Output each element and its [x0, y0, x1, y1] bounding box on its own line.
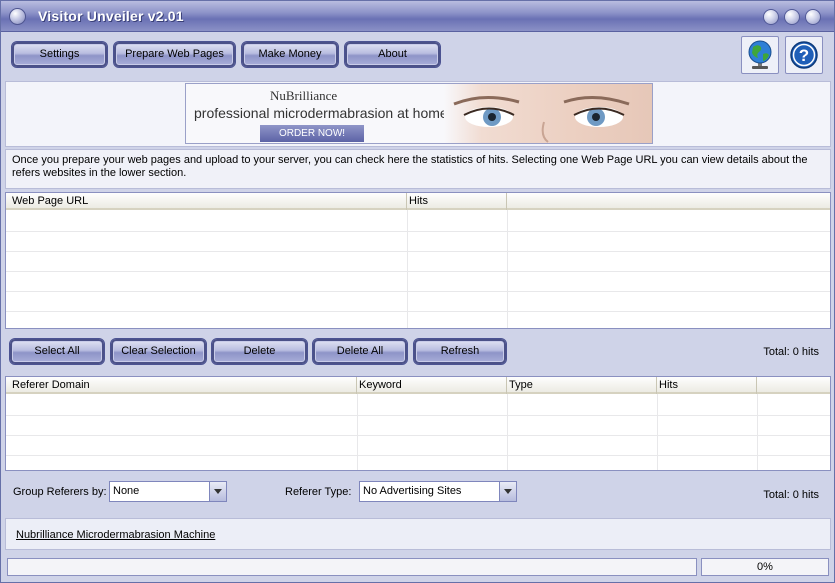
column-hits[interactable]: Hits: [407, 193, 507, 210]
type-dropdown-button[interactable]: [499, 481, 517, 502]
column-web-page-url[interactable]: Web Page URL: [6, 193, 407, 210]
banner-area: NuBrilliance professional microdermabras…: [5, 81, 831, 147]
referer-type-label: Referer Type:: [285, 486, 352, 498]
group-referers-select[interactable]: None: [109, 481, 227, 502]
delete-all-button[interactable]: Delete All: [312, 338, 408, 365]
globe-icon: [748, 40, 772, 69]
app-orb-icon[interactable]: [9, 8, 26, 25]
sponsor-link-bar: Nubrilliance Microdermabrasion Machine: [5, 518, 831, 550]
banner-face-image: [444, 84, 652, 143]
title-bar[interactable]: Visitor Unveiler v2.01: [1, 1, 834, 32]
table-row[interactable]: [6, 416, 830, 436]
sponsor-link[interactable]: Nubrilliance Microdermabrasion Machine: [16, 529, 215, 541]
order-now-button[interactable]: ORDER NOW!: [260, 125, 364, 142]
web-pages-table[interactable]: Web Page URL Hits: [5, 192, 831, 329]
banner-tagline: professional microdermabrasion at home!: [194, 105, 452, 121]
pages-total-hits: Total: 0 hits: [763, 346, 819, 358]
group-dropdown-button[interactable]: [209, 481, 227, 502]
settings-button[interactable]: Settings: [11, 41, 108, 68]
minimize-button[interactable]: [763, 9, 779, 25]
app-window: Visitor Unveiler v2.01 Settings Prepare …: [0, 0, 835, 583]
delete-button[interactable]: Delete: [211, 338, 308, 365]
question-icon: ?: [790, 41, 818, 69]
banner-brand: NuBrilliance: [270, 88, 338, 103]
close-button[interactable]: [805, 9, 821, 25]
table-row[interactable]: [6, 292, 830, 312]
chevron-down-icon: [214, 489, 222, 494]
table-row[interactable]: [6, 212, 830, 232]
chevron-down-icon: [504, 489, 512, 494]
referer-type-select[interactable]: No Advertising Sites: [359, 481, 517, 502]
clear-selection-button[interactable]: Clear Selection: [110, 338, 207, 365]
table-row[interactable]: [6, 252, 830, 272]
about-button[interactable]: About: [344, 41, 441, 68]
referers-total-hits: Total: 0 hits: [763, 489, 819, 501]
column-referer-domain[interactable]: Referer Domain: [6, 377, 357, 394]
progress-bar: [7, 558, 697, 576]
group-referers-value: None: [113, 485, 140, 497]
table-row[interactable]: [6, 232, 830, 252]
page-actions-bar: Select All Clear Selection Delete Delete…: [5, 332, 831, 370]
referer-filter-bar: Group Referers by: None Referer Type: No…: [5, 473, 831, 515]
referers-table[interactable]: Referer Domain Keyword Type Hits: [5, 376, 831, 471]
web-pages-table-header: Web Page URL Hits: [6, 193, 830, 210]
column-type[interactable]: Type: [507, 377, 657, 394]
column-keyword[interactable]: Keyword: [357, 377, 507, 394]
column-empty: [757, 377, 830, 394]
table-row[interactable]: [6, 396, 830, 416]
website-button[interactable]: [741, 36, 779, 74]
column-hits[interactable]: Hits: [657, 377, 757, 394]
table-row[interactable]: [6, 272, 830, 292]
column-empty: [507, 193, 830, 210]
table-row[interactable]: [6, 436, 830, 456]
info-text: Once you prepare your web pages and uplo…: [5, 149, 831, 189]
status-bar: 0%: [5, 557, 831, 578]
refresh-button[interactable]: Refresh: [413, 338, 507, 365]
ad-banner[interactable]: NuBrilliance professional microdermabras…: [185, 83, 653, 144]
svg-text:?: ?: [799, 46, 809, 65]
prepare-web-pages-button[interactable]: Prepare Web Pages: [113, 41, 236, 68]
maximize-button[interactable]: [784, 9, 800, 25]
face-illustration: [453, 95, 630, 143]
make-money-button[interactable]: Make Money: [241, 41, 339, 68]
select-all-button[interactable]: Select All: [9, 338, 105, 365]
group-referers-label: Group Referers by:: [13, 486, 107, 498]
help-button[interactable]: ?: [785, 36, 823, 74]
window-title: Visitor Unveiler v2.01: [38, 8, 184, 24]
referer-type-value: No Advertising Sites: [363, 485, 462, 497]
referers-table-header: Referer Domain Keyword Type Hits: [6, 377, 830, 394]
progress-percent: 0%: [701, 558, 829, 576]
main-toolbar: Settings Prepare Web Pages Make Money Ab…: [5, 35, 831, 77]
